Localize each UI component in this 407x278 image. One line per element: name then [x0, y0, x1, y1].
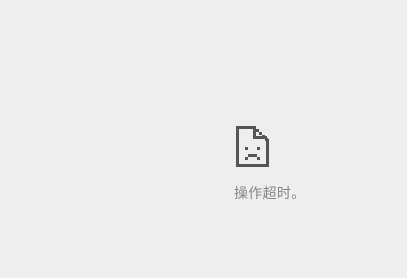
sad-page-icon	[236, 126, 269, 167]
error-page: 操作超时。	[0, 0, 407, 278]
error-message: 操作超时。	[234, 186, 306, 202]
